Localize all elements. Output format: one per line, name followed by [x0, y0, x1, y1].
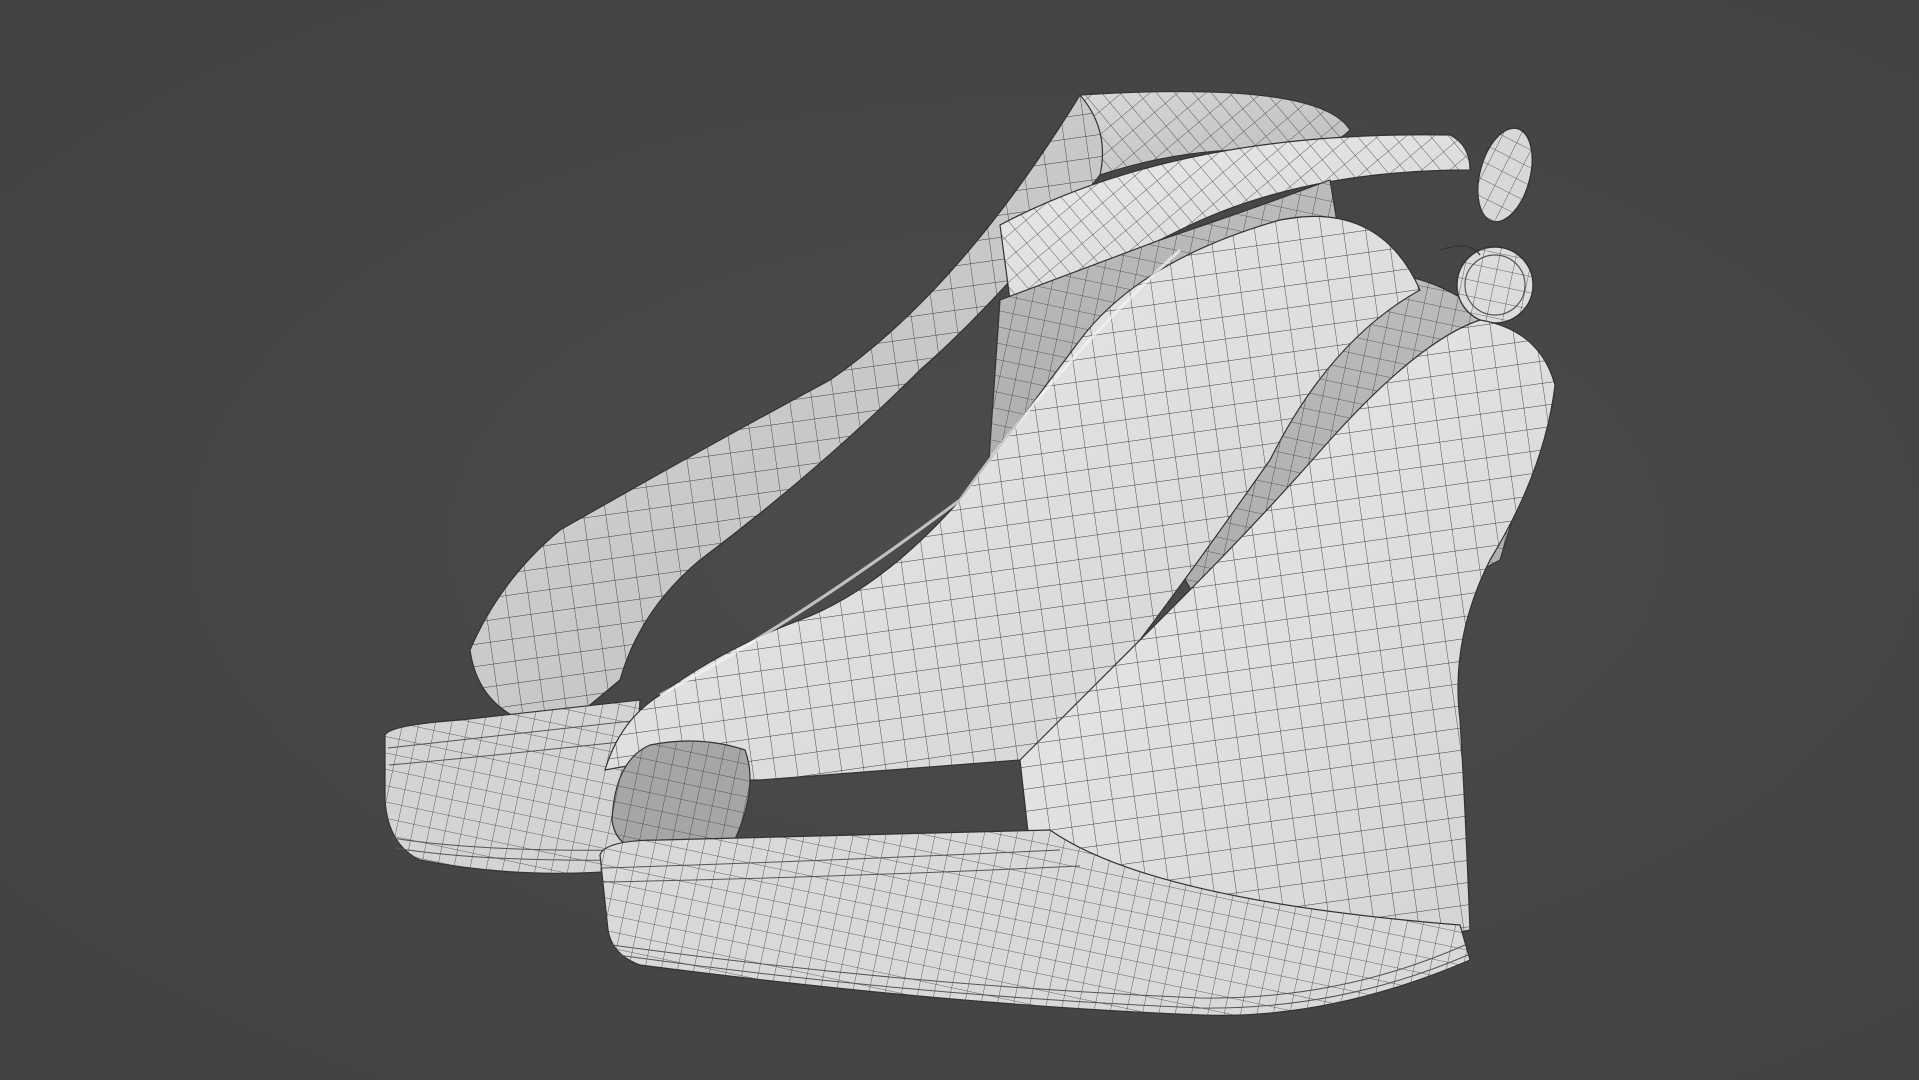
front-sandal [599, 134, 1556, 1016]
wedge-sandals-wireframe-render [384, 90, 1556, 1016]
render-viewport [0, 0, 1919, 1080]
